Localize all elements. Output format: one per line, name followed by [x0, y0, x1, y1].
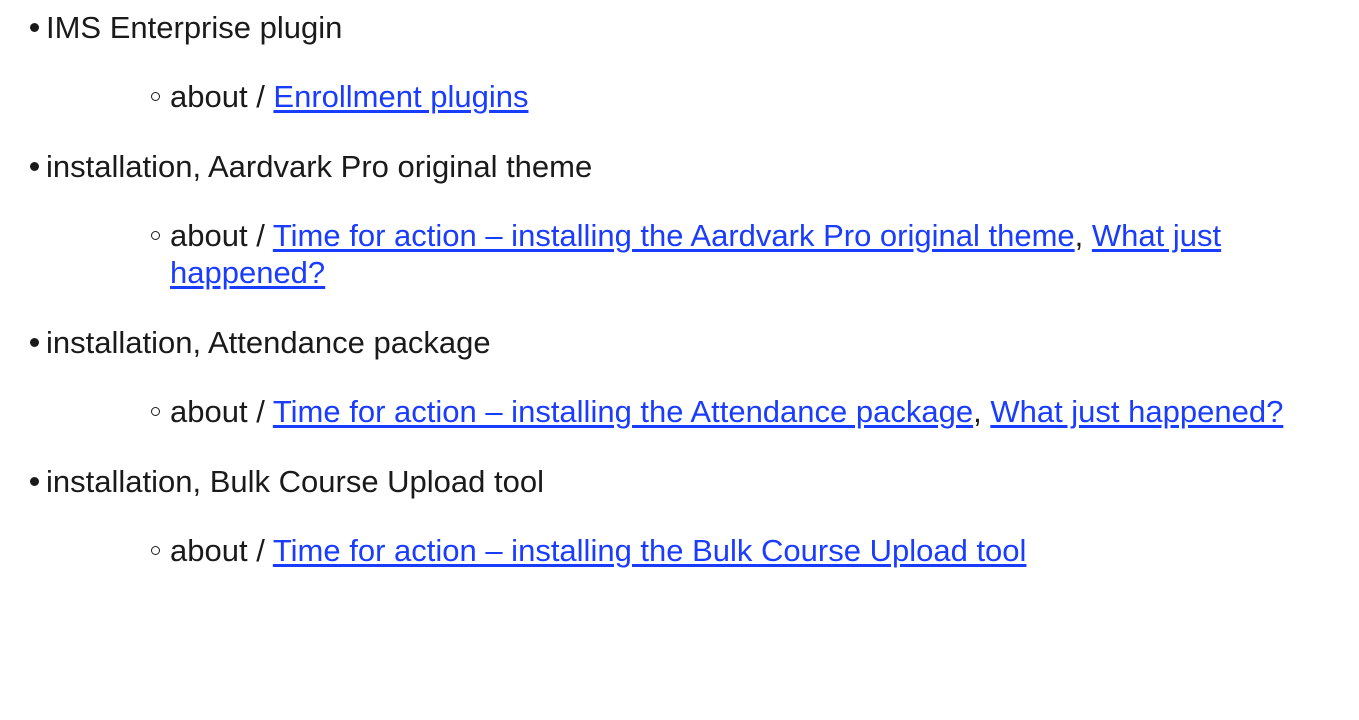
- index-entry: installation, Bulk Course Upload tool ab…: [0, 463, 1359, 569]
- index-entry: installation, Attendance package about /…: [0, 324, 1359, 430]
- circle-bullet-icon: [151, 231, 160, 240]
- bullet-icon: [30, 338, 39, 347]
- sub-entry-prefix: about /: [170, 394, 273, 429]
- index-link[interactable]: Time for action – installing the Aardvar…: [273, 218, 1075, 253]
- circle-bullet-icon: [151, 92, 160, 101]
- entry-term: IMS Enterprise plugin: [46, 10, 343, 45]
- sub-list: about / Time for action – installing the…: [46, 393, 1359, 430]
- index-list: IMS Enterprise plugin about / Enrollment…: [0, 9, 1359, 569]
- sub-entry-prefix: about /: [170, 218, 273, 253]
- sub-entry-prefix: about /: [170, 533, 273, 568]
- entry-term: installation, Aardvark Pro original them…: [46, 149, 593, 184]
- index-link[interactable]: Enrollment plugins: [273, 79, 528, 114]
- entry-term: installation, Attendance package: [46, 325, 491, 360]
- link-separator: ,: [973, 394, 991, 429]
- index-entry: IMS Enterprise plugin about / Enrollment…: [0, 9, 1359, 115]
- index-entry: installation, Aardvark Pro original them…: [0, 148, 1359, 291]
- sub-entry: about / Time for action – installing the…: [46, 217, 1359, 291]
- circle-bullet-icon: [151, 546, 160, 555]
- bullet-icon: [30, 162, 39, 171]
- sub-list: about / Enrollment plugins: [46, 78, 1359, 115]
- bullet-icon: [30, 23, 39, 32]
- index-link[interactable]: Time for action – installing the Attenda…: [273, 394, 973, 429]
- sub-entry: about / Time for action – installing the…: [46, 532, 1359, 569]
- sub-entry: about / Time for action – installing the…: [46, 393, 1359, 430]
- entry-term: installation, Bulk Course Upload tool: [46, 464, 544, 499]
- sub-entry-prefix: about /: [170, 79, 274, 114]
- bullet-icon: [30, 477, 39, 486]
- sub-entry: about / Enrollment plugins: [46, 78, 1359, 115]
- circle-bullet-icon: [151, 407, 160, 416]
- link-separator: ,: [1074, 218, 1092, 253]
- index-link[interactable]: Time for action – installing the Bulk Co…: [273, 533, 1027, 568]
- sub-list: about / Time for action – installing the…: [46, 532, 1359, 569]
- index-link[interactable]: What just happened?: [990, 394, 1283, 429]
- sub-list: about / Time for action – installing the…: [46, 217, 1359, 291]
